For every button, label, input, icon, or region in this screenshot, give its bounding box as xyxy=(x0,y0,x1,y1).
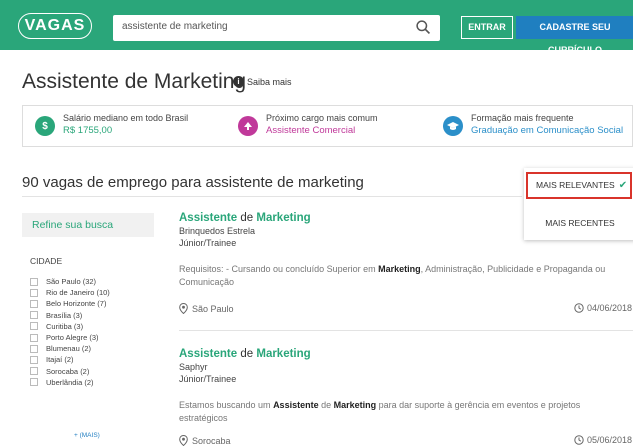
page-title: Assistente de Marketing xyxy=(22,70,247,93)
job-level: Júnior/Trainee xyxy=(179,238,237,248)
job-level: Júnior/Trainee xyxy=(179,374,237,384)
career-info-box: $ Salário mediano em todo Brasil R$ 1755… xyxy=(22,105,633,147)
city-filter-item[interactable]: Itajaí (2) xyxy=(30,354,110,365)
salary-value: R$ 1755,00 xyxy=(63,125,113,136)
location-pin-icon xyxy=(179,435,188,446)
city-filter-item[interactable]: São Paulo (32) xyxy=(30,276,110,287)
arrow-up-icon xyxy=(238,116,258,136)
checkbox[interactable] xyxy=(30,277,38,286)
location-pin-icon xyxy=(179,303,188,314)
register-cv-button[interactable]: CADASTRE SEU CURRÍCULO xyxy=(516,16,633,55)
results-count-title: 90 vagas de emprego para assistente de m… xyxy=(22,174,364,191)
saiba-mais-label: Saiba mais xyxy=(247,76,292,87)
vagas-logo[interactable]: VAGAS xyxy=(18,13,92,39)
job-divider xyxy=(179,330,633,331)
checkbox[interactable] xyxy=(30,367,38,376)
search-box[interactable] xyxy=(113,15,440,41)
city-filter-item[interactable]: Sorocaba (2) xyxy=(30,366,110,377)
city-filter-item[interactable]: Belo Horizonte (7) xyxy=(30,298,110,309)
job-date: 04/06/2018 xyxy=(574,303,632,313)
refine-search-header: Refine sua busca xyxy=(22,213,154,237)
checkbox[interactable] xyxy=(30,288,38,297)
next-job-label: Próximo cargo mais comum xyxy=(266,113,378,123)
job-card: Assistente de Marketing Brinquedos Estre… xyxy=(179,212,632,322)
job-company: Saphyr xyxy=(179,362,208,372)
city-filter-list: São Paulo (32) Rio de Janeiro (10) Belo … xyxy=(30,276,110,388)
city-filter-item[interactable]: Porto Alegre (3) xyxy=(30,332,110,343)
next-job-value[interactable]: Assistente Comercial xyxy=(266,125,378,136)
city-filter-item[interactable]: Curitiba (3) xyxy=(30,321,110,332)
clock-icon xyxy=(574,303,584,313)
job-company: Brinquedos Estrela xyxy=(179,226,256,236)
info-icon: i xyxy=(233,76,244,87)
job-title-link[interactable]: Assistente de Marketing xyxy=(179,348,629,360)
job-card: Assistente de Marketing Saphyr Júnior/Tr… xyxy=(179,348,632,447)
checkbox[interactable] xyxy=(30,322,38,331)
dollar-icon: $ xyxy=(35,116,55,136)
job-location: Sorocaba xyxy=(179,435,231,446)
city-filter-header: CIDADE xyxy=(30,256,63,266)
more-cities-link[interactable]: + (MAIS) xyxy=(74,432,100,439)
search-icon[interactable] xyxy=(415,19,432,36)
education-info: Formação mais frequente Graduação em Com… xyxy=(443,113,623,136)
checkbox[interactable] xyxy=(30,311,38,320)
city-filter-item[interactable]: Rio de Janeiro (10) xyxy=(30,287,110,298)
job-title-link[interactable]: Assistente de Marketing xyxy=(179,212,629,224)
job-date: 05/06/2018 xyxy=(574,435,632,445)
salary-label: Salário mediano em todo Brasil xyxy=(63,113,189,123)
search-input[interactable] xyxy=(122,21,402,32)
education-label: Formação mais frequente xyxy=(471,113,574,123)
job-description: Estamos buscando um Assistente de Market… xyxy=(179,400,581,423)
city-filter-item[interactable]: Uberlândia (2) xyxy=(30,377,110,388)
sort-most-relevant-option[interactable]: MAIS RELEVANTES ✔ xyxy=(526,172,632,199)
checkbox[interactable] xyxy=(30,299,38,308)
education-value[interactable]: Graduação em Comunicação Social xyxy=(471,125,623,136)
job-description: Requisitos: - Cursando ou concluído Supe… xyxy=(179,264,606,287)
next-job-info: Próximo cargo mais comum Assistente Come… xyxy=(238,113,378,136)
job-location: São Paulo xyxy=(179,303,234,314)
city-filter-item[interactable]: Blumenau (2) xyxy=(30,343,110,354)
checkbox[interactable] xyxy=(30,378,38,387)
check-icon: ✔ xyxy=(618,180,628,191)
checkbox[interactable] xyxy=(30,344,38,353)
results-divider xyxy=(22,196,522,197)
city-filter-item[interactable]: Brasília (3) xyxy=(30,310,110,321)
graduation-cap-icon xyxy=(443,116,463,136)
sort-most-relevant-label: MAIS RELEVANTES xyxy=(536,180,615,190)
saiba-mais-link[interactable]: i Saiba mais xyxy=(233,76,292,87)
checkbox[interactable] xyxy=(30,355,38,364)
clock-icon xyxy=(574,435,584,445)
top-bar: VAGAS ENTRAR CADASTRE SEU CURRÍCULO xyxy=(0,0,633,55)
checkbox[interactable] xyxy=(30,333,38,342)
salary-info: $ Salário mediano em todo Brasil R$ 1755… xyxy=(35,113,188,136)
login-button[interactable]: ENTRAR xyxy=(461,16,513,39)
